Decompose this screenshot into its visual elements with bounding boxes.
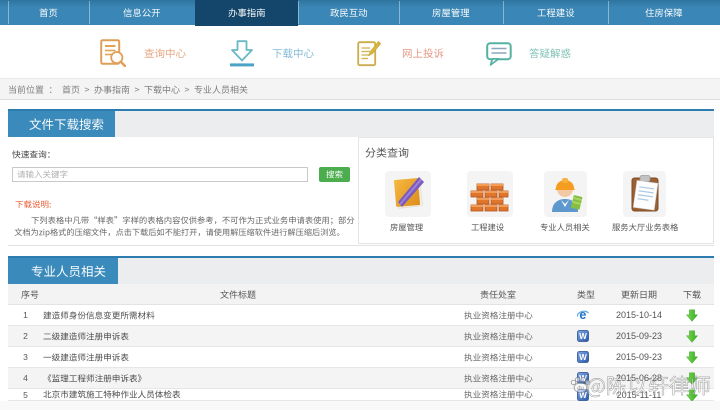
svg-text:W: W bbox=[579, 353, 587, 362]
svg-text:W: W bbox=[579, 332, 587, 341]
svg-text:du: du bbox=[577, 386, 584, 392]
